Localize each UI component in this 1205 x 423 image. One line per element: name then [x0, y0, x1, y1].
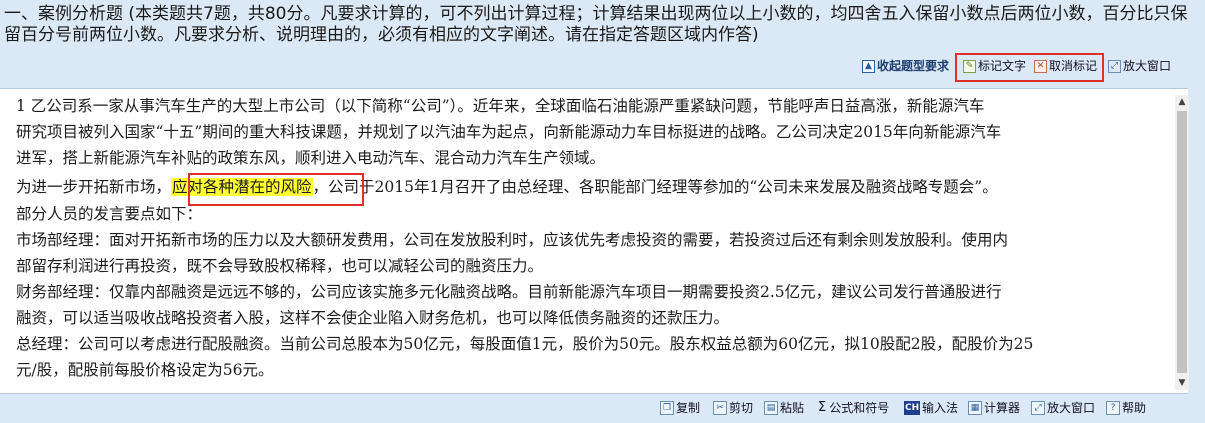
- input-method-icon: CH: [904, 401, 920, 415]
- help-label: 帮助: [1122, 401, 1147, 415]
- scroll-up-arrow-icon[interactable]: ▲: [1175, 95, 1189, 109]
- sigma-icon: Σ: [818, 400, 827, 415]
- content-line-9: 融资，可以适当吸收战略投资者入股，这样不会使企业陷入财务危机，也可以降低债务融资…: [16, 309, 730, 327]
- scrollbar-thumb[interactable]: [1177, 111, 1187, 373]
- calculator-button[interactable]: ▦ 计算器: [968, 399, 1020, 417]
- content-line-7: 部留存利润进行再投资，既不会导致股权稀释，也可以减轻公司的融资压力。: [16, 257, 544, 275]
- zoom-window-bottom-button[interactable]: ⤢ 放大窗口: [1031, 399, 1095, 417]
- scroll-down-arrow-icon[interactable]: ▼: [1175, 376, 1189, 390]
- scissors-icon: ✂: [713, 401, 727, 415]
- paste-label: 粘贴: [780, 401, 805, 415]
- content-line-6: 市场部经理：面对开拓新市场的压力以及大额研发费用，公司在发放股利时，应该优先考虑…: [16, 231, 1009, 249]
- cut-label: 剪切: [729, 401, 754, 415]
- calculator-label: 计算器: [984, 401, 1021, 415]
- content-line-10: 总经理：公司可以考虑进行配股融资。当前公司总股本为50亿元，每股面值1元，股价为…: [16, 335, 1034, 353]
- collapse-up-icon: ▲: [862, 59, 875, 73]
- zoom-window-bottom-icon: ⤢: [1031, 401, 1045, 415]
- zoom-window-bottom-label: 放大窗口: [1047, 401, 1096, 415]
- help-book-icon: ?: [1106, 401, 1120, 415]
- copy-icon: ❐: [660, 401, 674, 415]
- help-button[interactable]: ? 帮助: [1106, 399, 1146, 417]
- content-line-3: 进军，搭上新能源汽车补贴的政策东风，顺利进入电动汽车、混合动力汽车生产领域。: [16, 149, 606, 167]
- content-line-4-suffix: ，公司于2015年1月召开了由总经理、各职能部门经理等参加的“公司未来发展及融资…: [312, 178, 998, 196]
- zoom-window-icon: ⤢: [1108, 59, 1121, 73]
- content-line-4-prefix: 为进一步开拓新市场，: [16, 178, 172, 196]
- content-line-1: 1 乙公司系一家从事汽车生产的大型上市公司（以下简称“公司”）。近年来，全球面临…: [16, 97, 985, 115]
- copy-label: 复制: [676, 401, 701, 415]
- clipboard-icon: ▤: [764, 401, 778, 415]
- formula-label: 公式和符号: [829, 401, 890, 415]
- question-type-header: 一、案例分析题 (本类题共7题，共80分。凡要求计算的，可不列出计算过程；计算结…: [0, 0, 1205, 50]
- content-line-8: 财务部经理：仅靠内部融资是远远不够的，公司应该实施多元化融资战略。目前新能源汽车…: [16, 283, 1002, 301]
- copy-button[interactable]: ❐ 复制: [660, 399, 700, 417]
- paste-button[interactable]: ▤ 粘贴: [764, 399, 804, 417]
- zoom-window-label: 放大窗口: [1123, 59, 1172, 73]
- formula-button[interactable]: Σ 公式和符号: [818, 399, 889, 417]
- collapse-requirements-button[interactable]: ▲ 收起题型要求: [862, 57, 949, 75]
- question-content-area[interactable]: 1 乙公司系一家从事汽车生产的大型上市公司（以下简称“公司”）。近年来，全球面临…: [0, 88, 1188, 394]
- calculator-icon: ▦: [968, 401, 982, 415]
- zoom-window-button[interactable]: ⤢ 放大窗口: [1108, 57, 1171, 75]
- input-method-label: 输入法: [922, 401, 959, 415]
- cut-button[interactable]: ✂ 剪切: [713, 399, 753, 417]
- input-method-button[interactable]: CH 输入法: [904, 399, 958, 417]
- vertical-scrollbar[interactable]: ▲ ▼: [1175, 95, 1189, 390]
- content-line-11: 元/股，配股前每股价格设定为56元。: [16, 361, 274, 379]
- collapse-requirements-label: 收起题型要求: [877, 59, 950, 73]
- bottom-toolbar: ❐ 复制 ✂ 剪切 ▤ 粘贴 Σ 公式和符号 CH 输入法 ▦ 计算器 ⤢ 放大…: [0, 396, 1205, 420]
- toolbar-annotation-box: [955, 53, 1104, 82]
- question-type-instructions: 一、案例分析题 (本类题共7题，共80分。凡要求计算的，可不列出计算过程；计算结…: [4, 4, 1188, 45]
- content-line-2: 研究项目被列入国家“十五”期间的重大科技课题，并规划了以汽油车为起点，向新能源动…: [16, 123, 1002, 141]
- highlight-annotation-box: [188, 173, 364, 206]
